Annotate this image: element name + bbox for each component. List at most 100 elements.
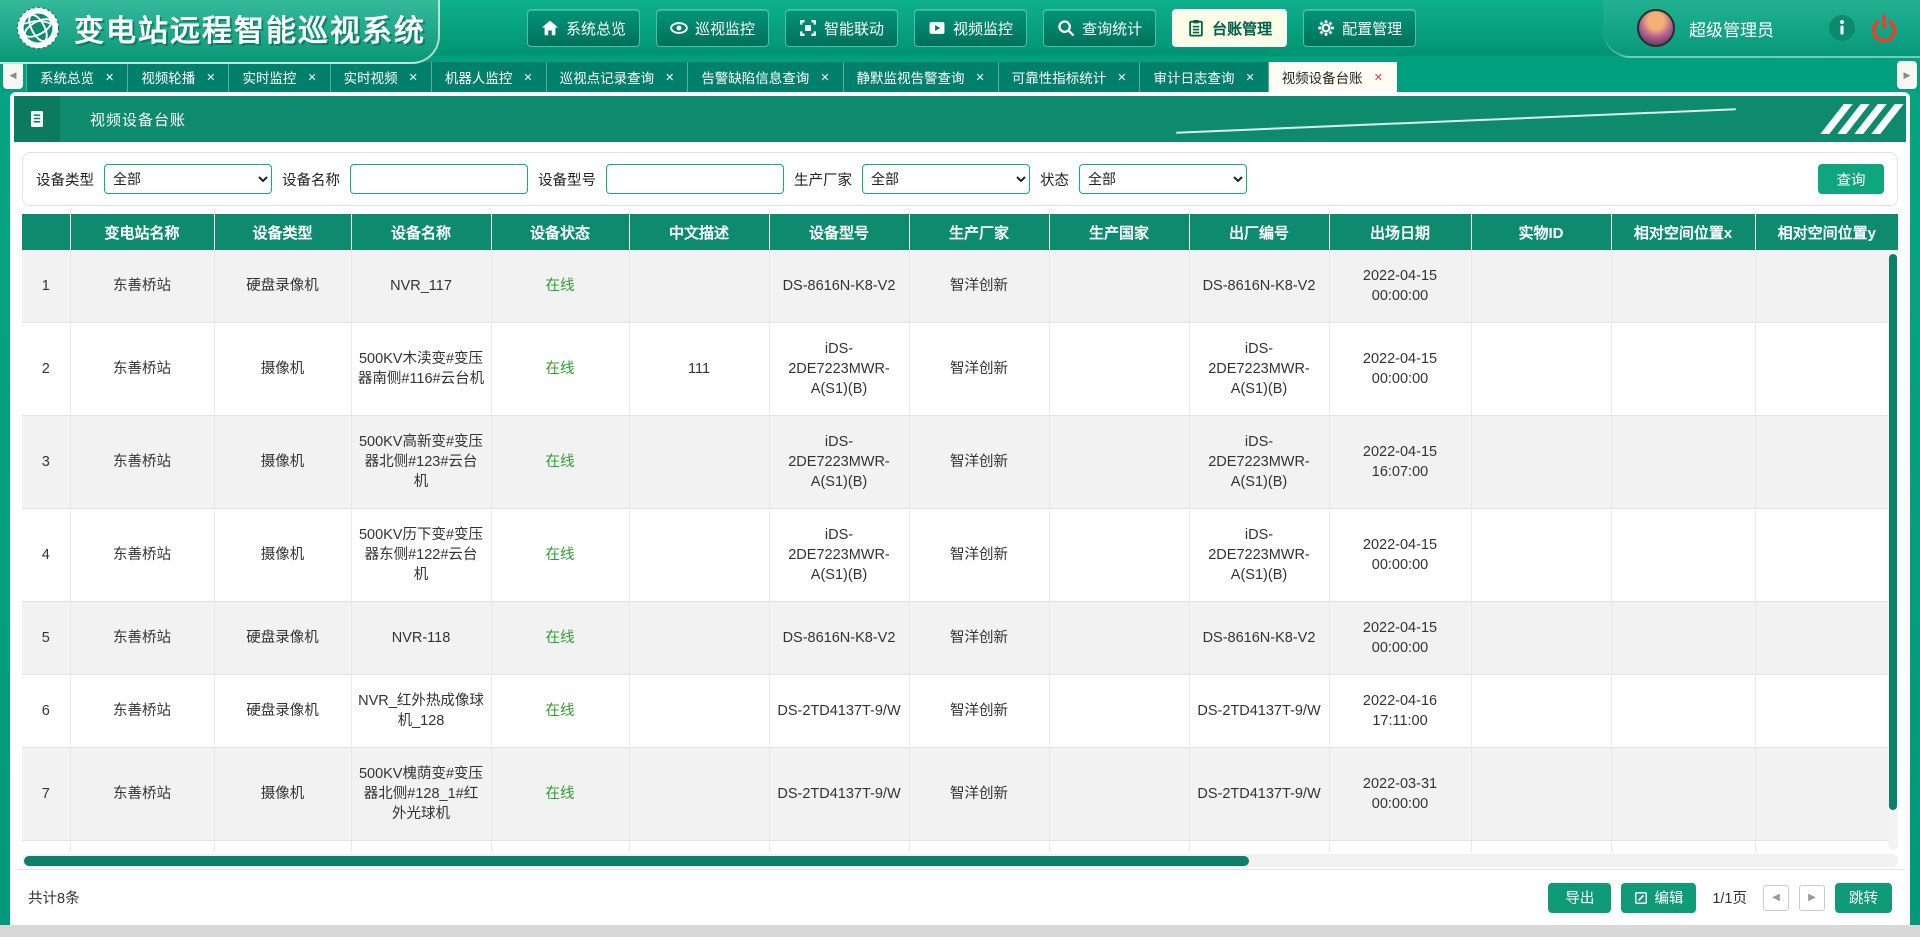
device-type-select[interactable]: 全部: [104, 164, 272, 194]
table-row[interactable]: 7东善桥站摄像机500KV槐荫变#变压器北侧#128_1#红外光球机在线DS-2…: [22, 748, 1898, 841]
table-cell: [1049, 323, 1189, 416]
table-row[interactable]: 500KV槐荫变#变: [22, 841, 1898, 853]
tab-close-icon[interactable]: ✕: [307, 71, 316, 84]
column-header: 生产国家: [1049, 214, 1189, 250]
table-cell: [1471, 602, 1611, 675]
tab[interactable]: 静默监视告警查询✕: [844, 62, 999, 92]
tab-close-icon[interactable]: ✕: [976, 71, 985, 84]
device-table-wrap: 变电站名称设备类型设备名称设备状态中文描述设备型号生产厂家生产国家出厂编号出场日…: [22, 214, 1898, 852]
tab-close-icon[interactable]: ✕: [1117, 71, 1126, 84]
device-model-input[interactable]: [606, 164, 784, 194]
app-logo-icon: [16, 6, 60, 50]
export-button[interactable]: 导出: [1548, 883, 1611, 913]
column-header: 设备类型: [214, 214, 351, 250]
table-cell: [629, 509, 769, 602]
tab-close-icon[interactable]: ✕: [665, 71, 674, 84]
tab-active[interactable]: 视频设备台账✕: [1269, 62, 1397, 92]
nav-button-eye[interactable]: 巡视监控: [656, 9, 769, 47]
table-row[interactable]: 5东善桥站硬盘录像机NVR-118在线DS-8616N-K8-V2智洋创新DS-…: [22, 602, 1898, 675]
table-cell: [1049, 509, 1189, 602]
jump-button[interactable]: 跳转: [1835, 883, 1892, 913]
table-cell: 500KV木渎变#变压器南侧#116#云台机: [351, 323, 491, 416]
next-page-button[interactable]: ▶: [1799, 885, 1825, 911]
table-row[interactable]: 1东善桥站硬盘录像机NVR_117在线DS-8616N-K8-V2智洋创新DS-…: [22, 250, 1898, 323]
titlebar-decoration: [1176, 108, 1736, 133]
tab-close-icon[interactable]: ✕: [105, 71, 114, 84]
table-cell: [70, 841, 214, 853]
table-cell: 智洋创新: [909, 250, 1049, 323]
device-table: 变电站名称设备类型设备名称设备状态中文描述设备型号生产厂家生产国家出厂编号出场日…: [22, 214, 1898, 852]
table-cell: [1471, 509, 1611, 602]
table-cell: [1755, 250, 1898, 323]
table-cell: [1611, 675, 1755, 748]
table-cell: 1: [22, 250, 70, 323]
table-cell: DS-2TD4137T-9/W: [1189, 675, 1329, 748]
tab[interactable]: 告警缺陷信息查询✕: [688, 62, 843, 92]
tab[interactable]: 视频轮播✕: [128, 62, 229, 92]
table-cell: [629, 250, 769, 323]
tab-label: 实时视频: [344, 67, 398, 87]
device-name-input[interactable]: [350, 164, 528, 194]
nav-button-video[interactable]: 视频监控: [914, 9, 1027, 47]
table-row[interactable]: 4东善桥站摄像机500KV历下变#变压器东侧#122#云台机在线iDS-2DE7…: [22, 509, 1898, 602]
nav-button-search[interactable]: 查询统计: [1043, 9, 1156, 47]
table-row[interactable]: 2东善桥站摄像机500KV木渎变#变压器南侧#116#云台机在线111iDS-2…: [22, 323, 1898, 416]
tab[interactable]: 可靠性指标统计✕: [999, 62, 1141, 92]
main-panel: 视频设备台账 设备类型 全部 设备名称 设备型号 生产厂家 全部 状态 全部 查…: [10, 92, 1910, 925]
tab[interactable]: 巡视点记录查询✕: [547, 62, 689, 92]
query-button[interactable]: 查询: [1818, 164, 1884, 194]
table-cell: 摄像机: [214, 509, 351, 602]
tab-scroll-left-icon[interactable]: ◀: [3, 61, 23, 89]
table-cell: 5: [22, 602, 70, 675]
table-row[interactable]: 3东善桥站摄像机500KV高新变#变压器北侧#123#云台机在线iDS-2DE7…: [22, 416, 1898, 509]
nav-button-home[interactable]: 系统总览: [527, 9, 640, 47]
tab[interactable]: 审计日志查询✕: [1140, 62, 1268, 92]
tab-close-icon[interactable]: ✕: [206, 71, 215, 84]
table-cell: 在线: [491, 250, 629, 323]
logout-power-icon[interactable]: [1870, 14, 1898, 42]
manufacturer-select[interactable]: 全部: [862, 164, 1030, 194]
table-cell: 2022-03-31 00:00:00: [1329, 748, 1471, 841]
table-row[interactable]: 6东善桥站硬盘录像机NVR_红外热成像球机_128在线DS-2TD4137T-9…: [22, 675, 1898, 748]
tab[interactable]: 实时视频 ✕: [331, 62, 432, 92]
device-model-label: 设备型号: [538, 169, 596, 190]
tab[interactable]: 机器人监控✕: [432, 62, 547, 92]
titlebar-stripes-decoration: [1832, 104, 1892, 134]
table-cell: 在线: [491, 602, 629, 675]
table-cell: 摄像机: [214, 323, 351, 416]
tab[interactable]: 实时监控✕: [229, 62, 330, 92]
table-cell: [629, 602, 769, 675]
tab-close-icon[interactable]: ✕: [523, 71, 532, 84]
eye-icon: [670, 19, 688, 37]
nav-button-ledger[interactable]: 台账管理: [1172, 9, 1287, 47]
table-cell: 东善桥站: [70, 416, 214, 509]
table-cell: 在线: [491, 416, 629, 509]
table-cell: DS-2TD4137T-9/W: [769, 675, 909, 748]
tab-close-icon[interactable]: ✕: [409, 71, 418, 84]
user-avatar[interactable]: [1637, 9, 1675, 47]
edit-button[interactable]: 编辑: [1621, 883, 1696, 913]
tab[interactable]: 系统总览✕: [26, 62, 128, 92]
nav-button-link[interactable]: 智能联动: [785, 9, 898, 47]
table-cell: [909, 841, 1049, 853]
column-header: 出场日期: [1329, 214, 1471, 250]
info-icon[interactable]: [1828, 14, 1856, 42]
horizontal-scrollbar-thumb[interactable]: [24, 856, 1249, 866]
tab-close-icon[interactable]: ✕: [1245, 71, 1254, 84]
table-cell: [1755, 748, 1898, 841]
table-cell: [1049, 841, 1189, 853]
tab-close-icon[interactable]: ✕: [1374, 71, 1383, 84]
table-cell: [629, 675, 769, 748]
tab-scroll-right-icon[interactable]: ▶: [1897, 61, 1917, 89]
status-select[interactable]: 全部: [1079, 164, 1247, 194]
tab-close-icon[interactable]: ✕: [820, 71, 829, 84]
nav-button-gear[interactable]: 配置管理: [1303, 9, 1416, 47]
vertical-scrollbar-thumb[interactable]: [1889, 254, 1897, 810]
table-cell: NVR_117: [351, 250, 491, 323]
table-cell: [1755, 602, 1898, 675]
main-nav: 系统总览巡视监控智能联动视频监控查询统计台账管理配置管理: [527, 9, 1416, 47]
page-indicator: 1/1页: [1712, 887, 1747, 908]
column-header: 变电站名称: [70, 214, 214, 250]
prev-page-button[interactable]: ◀: [1763, 885, 1789, 911]
top-header: 变电站远程智能巡视系统 系统总览巡视监控智能联动视频监控查询统计台账管理配置管理…: [0, 0, 1920, 56]
